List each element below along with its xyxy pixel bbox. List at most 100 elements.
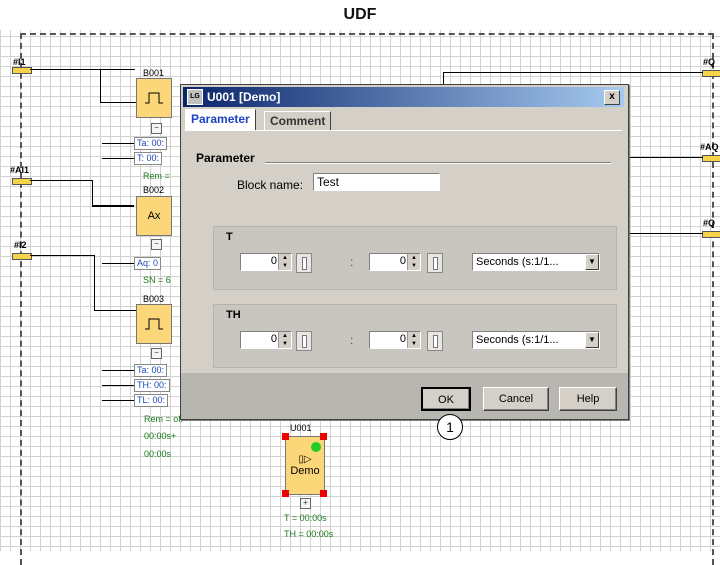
expand-icon[interactable]: − [151, 348, 162, 359]
t-minutes-spinner[interactable]: 0 ▲ ▼ [369, 253, 421, 271]
pin-label-q: #Q [703, 57, 716, 67]
t-hours-spinner[interactable]: 0 ▲ ▼ [240, 253, 292, 271]
spin-arrows-icon[interactable]: ▲ ▼ [407, 332, 420, 348]
block-name-label: Block name: [237, 178, 304, 192]
spin-arrows-icon[interactable]: ▲ ▼ [278, 254, 291, 270]
pin-i1[interactable] [12, 67, 32, 74]
udf-block-label: Demo [290, 465, 320, 477]
udf-title: UDF [343, 6, 377, 23]
wire [102, 143, 134, 144]
group-th: TH 0 ▲ ▼ : 0 ▲ ▼ Seconds (s:1/1... ▼ [213, 304, 617, 368]
spin-arrows-icon[interactable]: ▲ ▼ [278, 332, 291, 348]
slider-icon[interactable] [296, 331, 312, 351]
pin-label-aq: #AQ [700, 142, 719, 152]
param-ta: Ta: 00: [134, 137, 168, 150]
wire [627, 233, 703, 234]
dialog-titlebar[interactable]: LG U001 [Demo] x [183, 87, 624, 107]
param-ta: Ta: 00: [134, 364, 168, 377]
block-name-input[interactable] [313, 173, 440, 191]
group-t: T 0 ▲ ▼ : 0 ▲ ▼ Seconds (s:1/1... ▼ [213, 226, 617, 290]
expand-icon[interactable]: + [300, 498, 311, 509]
selection-handle[interactable] [282, 433, 289, 440]
wire [94, 310, 136, 311]
block-label-b003: B003 [143, 294, 165, 304]
th-hours-spinner[interactable]: 0 ▲ ▼ [240, 331, 292, 349]
slider-icon[interactable] [296, 253, 312, 273]
wire [100, 69, 101, 103]
block-b002[interactable]: Ax [136, 196, 172, 236]
t-unit-value: Seconds (s:1/1... [476, 256, 559, 268]
pulse-icon [145, 92, 163, 104]
param-th: TH: 00: [134, 379, 170, 392]
parameter-panel: Parameter Block name: T 0 ▲▼ : 0 ▲▼ Seco… [185, 130, 622, 373]
wire [102, 400, 134, 401]
pin-aq[interactable] [702, 155, 720, 162]
tab-parameter[interactable]: Parameter [185, 109, 256, 132]
th-minutes-value: 0 [399, 333, 406, 345]
group-title-th: TH [226, 309, 241, 321]
spin-arrows-icon[interactable]: ▲ ▼ [407, 254, 420, 270]
expand-icon[interactable]: − [151, 123, 162, 134]
wire [627, 157, 703, 158]
status-led-icon [311, 442, 321, 452]
block-b003[interactable] [136, 304, 172, 344]
wire [102, 263, 134, 264]
time-text: 00:00s [144, 449, 172, 459]
dialog-title: U001 [Demo] [207, 90, 281, 104]
time-separator: : [350, 333, 354, 347]
wire [94, 255, 95, 311]
cancel-button[interactable]: Cancel [483, 387, 549, 411]
pin-q[interactable] [702, 70, 720, 77]
pulse-icon [145, 318, 163, 330]
wire [30, 69, 135, 70]
callout-marker: 1 [437, 414, 463, 440]
close-button[interactable]: x [604, 90, 620, 105]
chevron-down-icon[interactable]: ▼ [585, 254, 599, 270]
block-label-b002: B002 [143, 185, 165, 195]
time-text: 00:00s+ [144, 431, 177, 441]
block-label-u001: U001 [290, 423, 312, 433]
rem-text: Rem = [143, 171, 170, 181]
pin-q2[interactable] [702, 231, 720, 238]
wire [102, 370, 134, 371]
wire [102, 385, 134, 386]
tab-comment[interactable]: Comment [264, 111, 332, 132]
th-minutes-spinner[interactable]: 0 ▲ ▼ [369, 331, 421, 349]
pin-label-i2: #I2 [14, 240, 27, 250]
analog-glyph: Ax [147, 210, 161, 222]
slider-icon[interactable] [427, 253, 443, 273]
help-button[interactable]: Help [559, 387, 617, 411]
th-unit-value: Seconds (s:1/1... [476, 334, 559, 346]
wire [443, 72, 703, 73]
wire [30, 255, 94, 256]
param-aq: Aq: 0 [134, 257, 162, 270]
selection-handle[interactable] [320, 490, 327, 497]
param-t: T: 00: [134, 152, 163, 165]
section-title: Parameter [196, 151, 255, 165]
wire [92, 180, 93, 206]
expand-icon[interactable]: − [151, 239, 162, 250]
app-icon: LG [187, 89, 203, 105]
t-hours-value: 0 [270, 255, 277, 267]
wire [30, 180, 92, 181]
ok-button[interactable]: OK [421, 387, 471, 411]
udf-param-t: T = 00:00s [284, 513, 327, 523]
slider-icon[interactable] [427, 331, 443, 351]
chevron-down-icon[interactable]: ▼ [585, 332, 599, 348]
block-b001[interactable] [136, 78, 172, 118]
pin-ai1[interactable] [12, 178, 32, 185]
selection-handle[interactable] [282, 490, 289, 497]
t-unit-select[interactable]: Seconds (s:1/1... ▼ [472, 253, 600, 271]
pin-label-i1: #I1 [13, 57, 26, 67]
pin-i2[interactable] [12, 253, 32, 260]
th-unit-select[interactable]: Seconds (s:1/1... ▼ [472, 331, 600, 349]
udf-param-th: TH = 00:00s [284, 529, 334, 539]
sn-text: SN = 6 [143, 275, 171, 285]
rem-text: Rem = off [144, 414, 184, 424]
t-minutes-value: 0 [399, 255, 406, 267]
dialog-button-row: OK Cancel Help [181, 373, 628, 419]
wire [92, 205, 134, 207]
selection-handle[interactable] [320, 433, 327, 440]
pin-label-q2: #Q [703, 218, 716, 228]
wire [100, 102, 136, 103]
